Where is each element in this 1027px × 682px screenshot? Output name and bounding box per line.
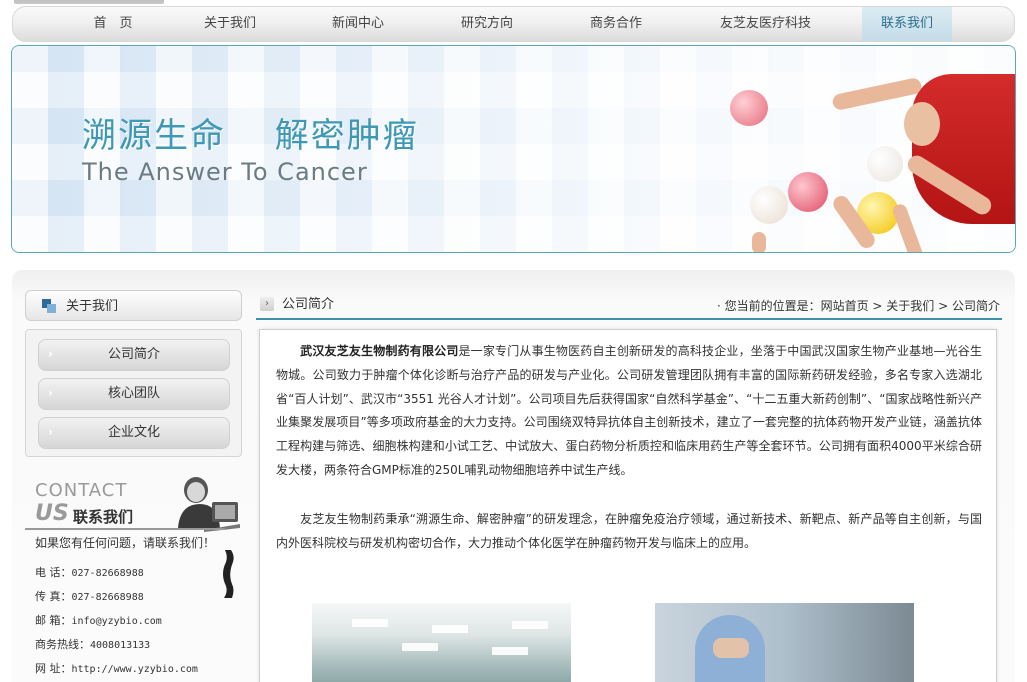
chevron-right-icon: ›	[260, 297, 274, 311]
site-logo[interactable]	[14, 0, 164, 4]
sidebar-item-company-profile[interactable]: › 公司简介	[38, 339, 230, 371]
office-photo	[312, 603, 571, 682]
sidebar-item-label: 核心团队	[107, 386, 160, 401]
nav-item-business[interactable]: 商务合作	[571, 7, 661, 41]
nav-item-medical-tech[interactable]: 友芝友医疗科技	[703, 7, 828, 41]
contact-website[interactable]: 网 址：http://www.yzybio.com	[35, 660, 198, 676]
contact-title-en: CONTACT	[35, 480, 128, 501]
banner-title: 溯源生命 解密肿瘤	[82, 116, 419, 156]
contact-hotline: 商务热线：4008013133	[35, 638, 151, 651]
main-nav: 首 页 关于我们 新闻中心 研究方向 商务合作 友芝友医疗科技 联系我们	[12, 6, 1015, 42]
article-paragraph-2: 友芝友生物制药秉承“溯源生命、解密肿瘤”的研发理念，在肿瘤免疫治疗领域，通过新技…	[276, 512, 982, 550]
squares-icon	[42, 299, 56, 313]
hero-banner: 溯源生命 解密肿瘤 The Answer To Cancer	[11, 45, 1016, 253]
nav-item-contact[interactable]: 联系我们	[862, 7, 952, 41]
contact-fax: 传 真：027-82668988	[35, 590, 144, 603]
divider	[25, 528, 225, 530]
sidebar-header: 关于我们	[25, 290, 242, 321]
contact-box: CONTACT US 联系我们 如果您有任何问题，请联系我们！ 电 话：027-…	[25, 470, 242, 682]
customer-service-icon	[170, 472, 242, 532]
nav-item-home[interactable]: 首 页	[68, 7, 158, 41]
lab-photo	[655, 603, 914, 682]
breadcrumb-about[interactable]: 关于我们	[886, 299, 934, 313]
sidebar-item-culture[interactable]: › 企业文化	[38, 417, 230, 449]
breadcrumb: · 您当前的位置是：网站首页 > 关于我们 > 公司简介	[716, 299, 1000, 313]
nav-item-news[interactable]: 新闻中心	[313, 7, 403, 41]
contact-email[interactable]: 邮 箱：info@yzybio.com	[35, 612, 162, 628]
breadcrumb-home[interactable]: 网站首页	[821, 299, 869, 313]
contact-title-us: US	[35, 501, 69, 526]
sidebar-menu: › 公司简介 › 核心团队 › 企业文化	[25, 329, 242, 457]
section-header: › 公司简介 · 您当前的位置是：网站首页 > 关于我们 > 公司简介	[256, 292, 1002, 320]
article-paragraph-1: 武汉友芝友生物制药有限公司是一家专门从事生物医药自主创新研发的高科技企业，坐落于…	[276, 344, 982, 477]
sidebar-item-label: 企业文化	[107, 425, 160, 440]
breadcrumb-current: 公司简介	[951, 299, 1000, 313]
article-body: 武汉友芝友生物制药有限公司是一家专门从事生物医药自主创新研发的高科技企业，坐落于…	[259, 329, 997, 682]
company-name: 武汉友芝友生物制药有限公司	[300, 344, 459, 358]
section-title: 公司简介	[282, 297, 335, 312]
telephone-icon	[220, 550, 236, 598]
nav-item-about[interactable]: 关于我们	[185, 7, 275, 41]
nav-item-research[interactable]: 研究方向	[442, 7, 532, 41]
contact-prompt: 如果您有任何问题，请联系我们！	[35, 536, 216, 550]
contact-title-cn: 联系我们	[73, 508, 134, 526]
sidebar-item-label: 公司简介	[107, 347, 160, 362]
sidebar-title: 关于我们	[66, 299, 119, 314]
banner-subtitle: The Answer To Cancer	[82, 158, 368, 186]
sidebar-item-core-team[interactable]: › 核心团队	[38, 378, 230, 410]
contact-phone: 电 话：027-82668988	[35, 566, 144, 579]
